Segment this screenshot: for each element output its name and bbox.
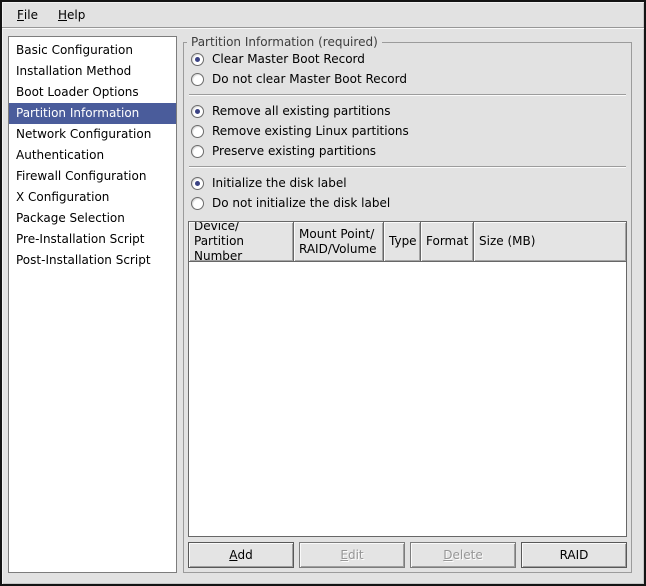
- sidebar-item-pre-installation-script[interactable]: Pre-Installation Script: [9, 229, 176, 250]
- add-button[interactable]: Add: [188, 542, 294, 568]
- radio-button-icon: [191, 197, 204, 210]
- column-header-device-partition-number[interactable]: Device/ Partition Number: [189, 222, 294, 261]
- radio-label: Remove existing Linux partitions: [212, 124, 409, 138]
- kickstart-configurator-window: File Help Basic Configuration Installati…: [0, 0, 646, 586]
- sidebar-item-x-configuration[interactable]: X Configuration: [9, 187, 176, 208]
- radio-remove-linux-partitions[interactable]: Remove existing Linux partitions: [188, 121, 627, 141]
- menu-help[interactable]: Help: [48, 2, 95, 27]
- partitions-table: Device/ Partition Number Mount Point/ RA…: [188, 221, 627, 537]
- section-list: Basic Configuration Installation Method …: [8, 36, 177, 573]
- radio-remove-all-partitions[interactable]: Remove all existing partitions: [188, 101, 627, 121]
- partition-actions: Add Edit Delete RAID: [188, 542, 627, 568]
- menubar: File Help: [2, 2, 644, 28]
- sidebar-item-post-installation-script[interactable]: Post-Installation Script: [9, 250, 176, 271]
- radio-button-icon: [191, 145, 204, 158]
- delete-button[interactable]: Delete: [410, 542, 516, 568]
- menu-file[interactable]: File: [7, 2, 48, 27]
- edit-button[interactable]: Edit: [299, 542, 405, 568]
- column-header-type[interactable]: Type: [384, 222, 421, 261]
- column-header-mount-point-raid-volume[interactable]: Mount Point/ RAID/Volume: [294, 222, 384, 261]
- raid-button[interactable]: RAID: [521, 542, 627, 568]
- column-header-size-mb[interactable]: Size (MB): [474, 222, 626, 261]
- sidebar-item-network-configuration[interactable]: Network Configuration: [9, 124, 176, 145]
- sidebar-item-partition-information[interactable]: Partition Information: [9, 103, 176, 124]
- column-header-format[interactable]: Format: [421, 222, 474, 261]
- radio-button-icon: [191, 53, 204, 66]
- separator: [189, 166, 626, 168]
- radio-label: Clear Master Boot Record: [212, 52, 365, 66]
- sidebar-item-basic-configuration[interactable]: Basic Configuration: [9, 40, 176, 61]
- radio-do-not-initialize-disk-label[interactable]: Do not initialize the disk label: [188, 193, 627, 213]
- sidebar-item-firewall-configuration[interactable]: Firewall Configuration: [9, 166, 176, 187]
- radio-button-icon: [191, 73, 204, 86]
- sidebar-item-boot-loader-options[interactable]: Boot Loader Options: [9, 82, 176, 103]
- radio-label: Initialize the disk label: [212, 176, 347, 190]
- sidebar-item-installation-method[interactable]: Installation Method: [9, 61, 176, 82]
- radio-initialize-disk-label[interactable]: Initialize the disk label: [188, 173, 627, 193]
- partitions-table-header: Device/ Partition Number Mount Point/ RA…: [189, 222, 626, 262]
- radio-button-icon: [191, 125, 204, 138]
- radio-do-not-clear-mbr[interactable]: Do not clear Master Boot Record: [188, 69, 627, 89]
- radio-preserve-partitions[interactable]: Preserve existing partitions: [188, 141, 627, 161]
- radio-button-icon: [191, 177, 204, 190]
- radio-label: Do not clear Master Boot Record: [212, 72, 407, 86]
- partitions-table-body: [189, 262, 626, 536]
- radio-label: Preserve existing partitions: [212, 144, 376, 158]
- radio-button-icon: [191, 105, 204, 118]
- sidebar-item-authentication[interactable]: Authentication: [9, 145, 176, 166]
- radio-clear-mbr[interactable]: Clear Master Boot Record: [188, 49, 627, 69]
- separator: [189, 94, 626, 96]
- frame-title: Partition Information (required): [187, 35, 382, 50]
- radio-label: Do not initialize the disk label: [212, 196, 390, 210]
- partition-information-frame: Clear Master Boot Record Do not clear Ma…: [183, 42, 632, 573]
- sidebar-item-package-selection[interactable]: Package Selection: [9, 208, 176, 229]
- radio-label: Remove all existing partitions: [212, 104, 390, 118]
